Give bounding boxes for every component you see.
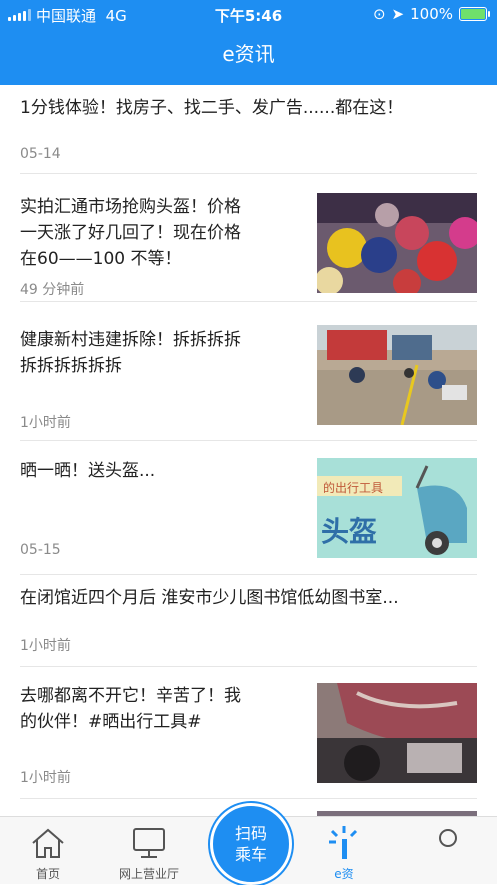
tab-label: e资 bbox=[334, 867, 354, 881]
top-bar: 中国联通 4G 下午5:46 ⊙ ➤ 100% e资讯 bbox=[0, 0, 497, 85]
news-title: 去哪都离不开它！辛苦了！我 的伙伴！#晒出行工具# bbox=[20, 686, 241, 732]
banner-caption: 的出行工具 bbox=[323, 481, 384, 495]
news-title: 1分钱体验！找房子、找二手、发广告......都在这！ bbox=[20, 98, 404, 118]
scan-label-line1: 扫码 bbox=[234, 824, 267, 843]
tab-profile[interactable] bbox=[420, 817, 476, 884]
list-item[interactable]: 健康新村违建拆除！拆拆拆拆 拆拆拆拆拆拆 1小时前 bbox=[20, 302, 477, 441]
person-icon bbox=[439, 829, 457, 847]
scan-label-line2: 乘车 bbox=[234, 845, 267, 864]
battery-icon bbox=[459, 7, 490, 21]
list-item[interactable]: 实拍汇通市场抢购头盔！价格 一天涨了好几回了！现在价格 在60——100 不等！ 4… bbox=[20, 174, 477, 302]
list-item[interactable]: 去哪都离不开它！辛苦了！我 的伙伴！#晒出行工具# 1小时前 bbox=[20, 667, 477, 799]
news-title: 实拍汇通市场抢购头盔！价格 一天涨了好几回了！现在价格 在60——100 不等！ bbox=[20, 197, 241, 269]
monitor-icon bbox=[133, 828, 165, 858]
list-item[interactable]: 在闭馆近四个月后 淮安市少儿图书馆低幼图书室... 1小时前 bbox=[20, 575, 477, 667]
status-right: ⊙ ➤ 100% bbox=[372, 5, 490, 23]
news-date: 05-14 bbox=[20, 146, 61, 162]
tab-home[interactable]: 首页 bbox=[16, 817, 80, 884]
news-date: 1小时前 bbox=[20, 770, 71, 786]
orientation-lock-icon: ⊙ bbox=[372, 5, 386, 23]
scooter-banner: 的出行工具 头盔 bbox=[317, 458, 477, 558]
tab-label: 网上营业厅 bbox=[118, 867, 179, 881]
page-title: e资讯 bbox=[222, 42, 275, 66]
news-sparkle-icon bbox=[329, 826, 358, 859]
scan-ride-button[interactable]: 扫码 乘车 bbox=[210, 803, 292, 885]
street-demolition-photo bbox=[317, 325, 477, 425]
tab-label: 首页 bbox=[35, 867, 60, 881]
news-date: 1小时前 bbox=[20, 415, 71, 431]
helmets-photo bbox=[317, 193, 477, 293]
news-date: 49 分钟前 bbox=[20, 282, 85, 298]
news-title: 晒一晒！送头盔... bbox=[20, 461, 156, 481]
list-item[interactable]: 1分钱体验！找房子、找二手、发广告......都在这！ 05-14 bbox=[20, 85, 477, 174]
list-item[interactable]: 晒一晒！送头盔... 05-15 的出行工具 头盔 bbox=[20, 441, 477, 575]
news-title: 健康新村违建拆除！拆拆拆拆 拆拆拆拆拆拆 bbox=[20, 330, 241, 376]
tab-online-hall[interactable]: 网上营业厅 bbox=[108, 817, 190, 884]
scooter-photo bbox=[317, 683, 477, 783]
news-date: 05-15 bbox=[20, 542, 61, 558]
battery-percent: 100% bbox=[410, 5, 453, 23]
news-title: 在闭馆近四个月后 淮安市少儿图书馆低幼图书室... bbox=[20, 588, 399, 608]
banner-headline: 头盔 bbox=[321, 515, 378, 548]
home-icon bbox=[32, 828, 64, 858]
tab-bar: 首页 网上营业厅 扫码 乘车 e资 bbox=[0, 803, 497, 885]
news-date: 1小时前 bbox=[20, 638, 71, 654]
status-bar: 中国联通 4G 下午5:46 ⊙ ➤ 100% bbox=[0, 0, 497, 30]
tab-e-news[interactable]: e资 bbox=[318, 817, 370, 884]
location-icon: ➤ bbox=[391, 5, 405, 23]
